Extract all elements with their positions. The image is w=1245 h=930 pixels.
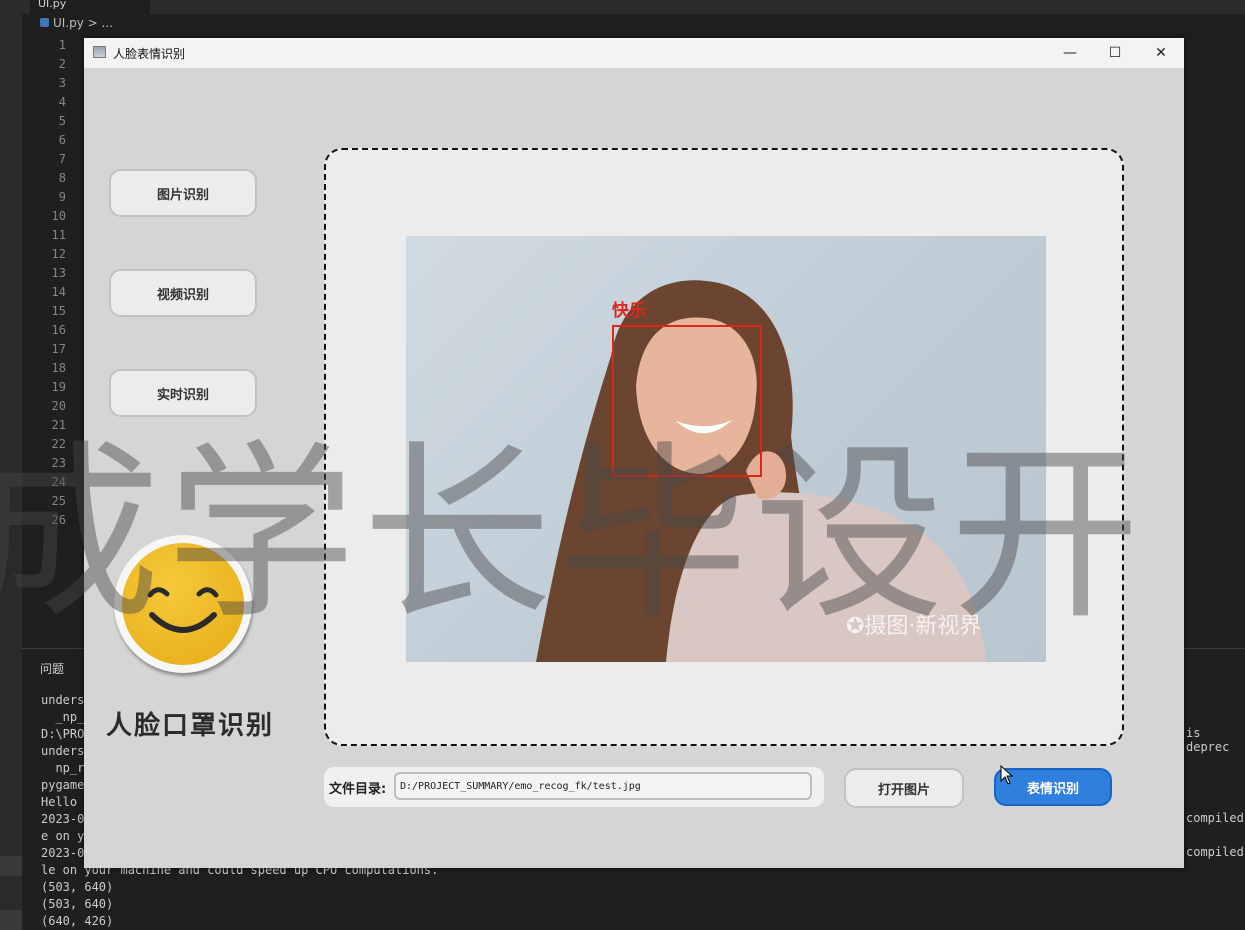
line-number: 23 — [51, 456, 66, 470]
photo-watermark: ✪摄图·新视界 — [846, 614, 982, 639]
editor-tab-bar: UI.py — [0, 0, 1245, 14]
realtime-recognition-button[interactable]: 实时识别 — [109, 369, 257, 417]
video-recognition-button[interactable]: 视频识别 — [109, 269, 257, 317]
main-panel: 图片识别 视频识别 实时识别 人脸口罩识别 快乐 ✪摄图·新视界 文件目录: D… — [84, 68, 1184, 868]
file-path-panel: 文件目录: — [324, 767, 824, 807]
line-number: 4 — [58, 95, 66, 109]
minimize-button[interactable]: — — [1047, 38, 1093, 68]
line-number: 24 — [51, 475, 66, 489]
app-icon — [93, 46, 106, 58]
line-number: 26 — [51, 513, 66, 527]
line-number: 2 — [58, 57, 66, 71]
smiley-logo-icon — [114, 535, 252, 673]
line-number: 14 — [51, 285, 66, 299]
app-window: 人脸表情识别 — ☐ ✕ 图片识别 视频识别 实时识别 人脸口罩识别 快乐 ✪摄… — [84, 38, 1184, 868]
image-recognition-button[interactable]: 图片识别 — [109, 169, 257, 217]
file-path-input[interactable] — [394, 772, 812, 800]
line-number: 3 — [58, 76, 66, 90]
activity-item[interactable] — [0, 910, 22, 930]
line-number: 16 — [51, 323, 66, 337]
line-number: 25 — [51, 494, 66, 508]
activity-bar — [0, 14, 22, 930]
line-number: 1 — [58, 38, 66, 52]
line-number: 10 — [51, 209, 66, 223]
title-bar[interactable]: 人脸表情识别 — ☐ ✕ — [84, 38, 1184, 68]
terminal-line: (640, 426) — [41, 914, 114, 928]
maximize-button[interactable]: ☐ — [1092, 38, 1138, 68]
line-number: 13 — [51, 266, 66, 280]
line-number: 6 — [58, 133, 66, 147]
editor-tab[interactable]: UI.py — [30, 0, 150, 14]
file-path-label: 文件目录: — [329, 782, 387, 797]
breadcrumb[interactable]: UI.py > ... — [40, 16, 113, 30]
line-number: 8 — [58, 171, 66, 185]
line-number: 21 — [51, 418, 66, 432]
window-title: 人脸表情识别 — [113, 47, 186, 61]
line-number-gutter: 1 2 3 4 5 6 7 8 9 10 11 12 13 14 15 16 17 18 19 20 21 22 23 24 2… — [36, 36, 66, 530]
terminal-line: (503, 640) — [41, 880, 114, 894]
face-bounding-box — [612, 325, 762, 477]
emotion-label: 快乐 — [612, 301, 646, 321]
line-number: 17 — [51, 342, 66, 356]
line-number: 12 — [51, 247, 66, 261]
tab-problems[interactable]: 问题 — [40, 660, 64, 677]
close-button[interactable]: ✕ — [1138, 38, 1184, 68]
image-display-frame: 快乐 ✪摄图·新视界 — [324, 148, 1124, 746]
line-number: 11 — [51, 228, 66, 242]
mouse-cursor-icon — [1000, 765, 1014, 785]
terminal-line-right: compiled — [1186, 845, 1244, 859]
line-number: 20 — [51, 399, 66, 413]
terminal-line-right: is deprec — [1186, 726, 1230, 754]
line-number: 15 — [51, 304, 66, 318]
terminal-line-right: compiled — [1186, 811, 1244, 825]
line-number: 9 — [58, 190, 66, 204]
line-number: 7 — [58, 152, 66, 166]
result-photo: 快乐 ✪摄图·新视界 — [406, 236, 1046, 662]
terminal-line: (503, 640) — [41, 897, 114, 911]
line-number: 19 — [51, 380, 66, 394]
line-number: 18 — [51, 361, 66, 375]
line-number: 22 — [51, 437, 66, 451]
python-file-icon — [40, 18, 49, 27]
activity-item[interactable] — [0, 856, 22, 876]
line-number: 5 — [58, 114, 66, 128]
open-image-button[interactable]: 打开图片 — [844, 768, 964, 808]
smiley-face-icon — [147, 587, 219, 633]
app-caption: 人脸口罩识别 — [106, 711, 275, 741]
